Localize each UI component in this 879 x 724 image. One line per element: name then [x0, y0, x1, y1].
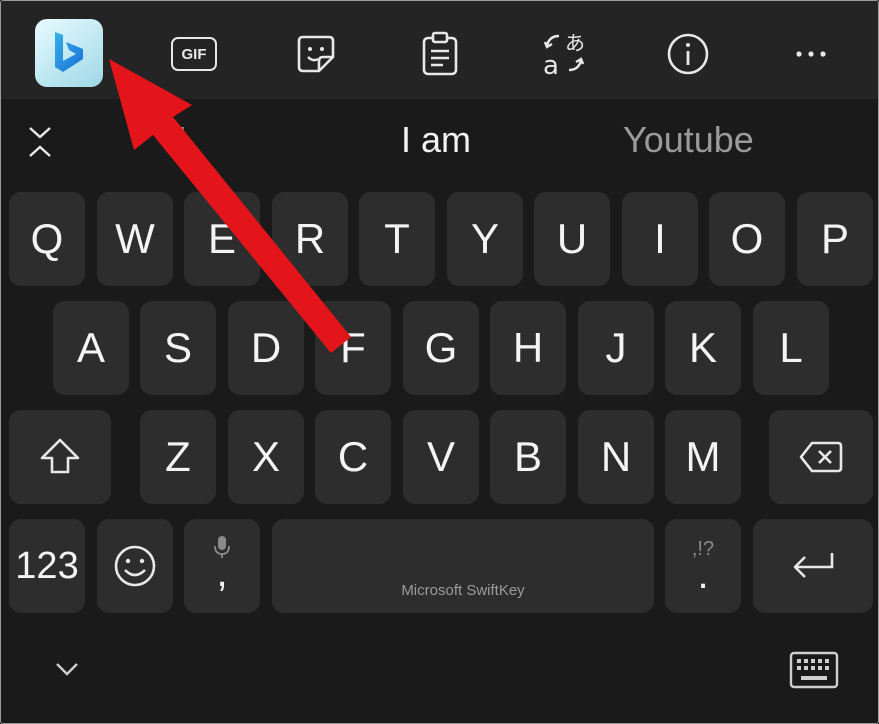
annotation-arrow	[109, 59, 351, 353]
keyboard-frame: GIF あ a I am Youtube Q W E R T Y U I O P…	[0, 0, 879, 724]
